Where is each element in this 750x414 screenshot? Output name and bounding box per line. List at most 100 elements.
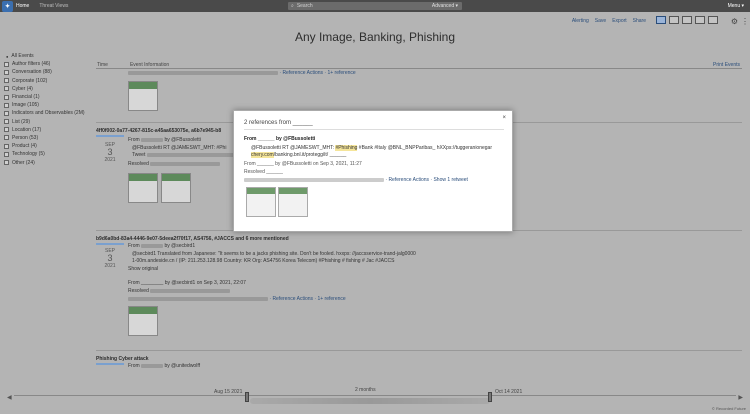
redacted-text	[146, 152, 237, 157]
modal-text: @FBussoletti RT @JAMESWT_MHT: #Phishing …	[251, 145, 493, 158]
timeline-range-label: 2 months	[355, 387, 376, 393]
reference-actions-link[interactable]: · Reference Actions · 1+ reference	[269, 296, 345, 302]
more-options-icon[interactable]: ⋮	[741, 17, 749, 26]
filter-item[interactable]: Technology (5)	[4, 150, 94, 158]
expand-icon[interactable]	[4, 110, 9, 116]
timeline-track[interactable]	[14, 395, 736, 396]
event-item: b9d6a0bd-83a4-4446-9e07-5deea2f70f17, AS…	[96, 236, 742, 336]
filter-item[interactable]: Financial (1)	[4, 93, 94, 101]
image-thumbnail[interactable]	[161, 173, 191, 203]
timeline-slider: ◀ Aug 15 2021 2 months Oct 14 2021 ▶ © R…	[0, 382, 750, 414]
image-thumbnail[interactable]	[246, 187, 276, 217]
filter-item[interactable]: Product (4)	[4, 142, 94, 150]
timeline-left-arrow-icon[interactable]: ◀	[7, 394, 12, 401]
filter-item[interactable]: Other (24)	[4, 158, 94, 166]
redacted-source	[141, 243, 164, 248]
alerting-button[interactable]: Alerting	[572, 18, 589, 24]
event-date: SEP 3 2021	[104, 142, 116, 163]
filter-item[interactable]: Conversation (88)	[4, 68, 94, 76]
author-link[interactable]: by @unitedwolff	[164, 363, 200, 369]
timeline-right-arrow-icon[interactable]: ▶	[738, 394, 743, 401]
expand-icon[interactable]	[4, 86, 9, 92]
app-logo-icon[interactable]: ✦	[2, 0, 13, 12]
all-events-item[interactable]: ● All Events	[4, 52, 94, 60]
expand-icon[interactable]	[4, 69, 9, 75]
filter-item[interactable]: Cyber (4)	[4, 85, 94, 93]
expand-icon[interactable]	[4, 127, 9, 133]
author-link[interactable]: by @FBussoletti	[164, 137, 200, 143]
redacted-text	[150, 161, 221, 166]
filter-item[interactable]: Image (105)	[4, 101, 94, 109]
nav-threat-views[interactable]: Threat Views	[39, 3, 68, 9]
event-relevance-bar	[96, 135, 124, 137]
page-title: Any Image, Banking, Phishing	[294, 30, 456, 44]
timeline-view-icon[interactable]	[682, 16, 692, 24]
expand-icon[interactable]	[4, 102, 9, 108]
share-button[interactable]: Share	[633, 18, 646, 24]
image-thumbnail[interactable]	[128, 306, 158, 336]
timeline-start-handle[interactable]	[245, 392, 249, 402]
table-view-icon[interactable]	[695, 16, 705, 24]
list-view-icon[interactable]	[656, 16, 666, 24]
redacted-text	[128, 70, 278, 75]
nav-home[interactable]: Home	[16, 3, 29, 9]
event-date: SEP 3 2021	[104, 248, 116, 269]
author-link[interactable]: by @secbird1	[164, 243, 195, 249]
redacted-text	[150, 288, 231, 293]
settings-gear-icon[interactable]: ⚙	[731, 17, 738, 26]
image-thumbnail[interactable]	[128, 81, 158, 111]
time-column-header[interactable]: Time	[97, 62, 108, 68]
expand-icon[interactable]	[4, 94, 9, 100]
reference-actions-link[interactable]: · Reference Actions · 1+ reference	[279, 70, 355, 76]
expand-icon[interactable]	[4, 151, 9, 157]
modal-from-line: From ______ by @FBussoletti	[244, 136, 316, 142]
event-text: @secbird1 Translated from Japanese: "It …	[132, 251, 416, 257]
filter-item[interactable]: Indicators and Observables (2M)	[4, 109, 94, 117]
modal-actions-row: · Reference Actions · Show 1 retweet	[244, 177, 468, 183]
timeline-histogram	[250, 398, 490, 404]
menu-button[interactable]: Menu ▾	[728, 3, 744, 9]
search-input[interactable]: ⌕ Search Advanced ▾	[288, 2, 462, 10]
modal-divider	[244, 129, 504, 130]
filter-item[interactable]: Person (53)	[4, 134, 94, 142]
top-navigation-bar: ✦ Home Threat Views ⌕ Search Advanced ▾ …	[0, 0, 750, 12]
event-item: · Reference Actions · 1+ reference	[96, 70, 742, 113]
grid-view-icon[interactable]	[708, 16, 718, 24]
redacted-source	[141, 363, 164, 368]
modal-resolved: Resolved ______	[244, 169, 283, 175]
modal-meta: From ______ by @FBussoletti on Sep 3, 20…	[244, 161, 362, 167]
image-thumbnail[interactable]	[128, 173, 158, 203]
filter-item[interactable]: List (29)	[4, 118, 94, 126]
expand-icon[interactable]	[4, 160, 9, 166]
event-title[interactable]: b9d6a0bd-83a4-4446-9e07-5deea2f70f17, AS…	[96, 236, 742, 242]
print-events-link[interactable]: Print Events	[713, 62, 740, 68]
reference-actions-link[interactable]: · Reference Actions · Show 1 retweet	[385, 177, 468, 183]
search-icon: ⌕	[291, 3, 294, 9]
export-button[interactable]: Export	[612, 18, 626, 24]
expand-icon[interactable]	[4, 78, 9, 84]
event-relevance-bar	[96, 243, 124, 245]
divider	[96, 350, 742, 351]
expand-icon[interactable]	[4, 143, 9, 149]
expand-icon[interactable]	[4, 119, 9, 125]
advanced-search-dropdown[interactable]: Advanced ▾	[432, 3, 458, 9]
image-thumbnail[interactable]	[278, 187, 308, 217]
search-placeholder: Search	[296, 3, 313, 9]
close-icon[interactable]: ×	[502, 115, 506, 121]
redacted-text	[128, 296, 268, 301]
filter-item[interactable]: Location (17)	[4, 126, 94, 134]
timeline-end-date: Oct 14 2021	[495, 389, 523, 395]
expand-icon[interactable]	[4, 135, 9, 141]
expand-icon[interactable]	[4, 61, 9, 67]
timeline-end-handle[interactable]	[488, 392, 492, 402]
event-relevance-bar	[96, 363, 124, 365]
show-original-link[interactable]: Show original	[128, 266, 158, 272]
event-title[interactable]: Phishing Cyber attack	[96, 356, 742, 362]
redacted-source	[141, 137, 164, 142]
event-info-column-header: Event Information	[129, 61, 170, 68]
filter-sidebar: ● All Events Author filters (46) Convers…	[4, 52, 94, 167]
chart-view-icon[interactable]	[669, 16, 679, 24]
filter-item[interactable]: Corporate (102)	[4, 77, 94, 85]
filter-item[interactable]: Author filters (46)	[4, 60, 94, 68]
save-button[interactable]: Save	[595, 18, 606, 24]
